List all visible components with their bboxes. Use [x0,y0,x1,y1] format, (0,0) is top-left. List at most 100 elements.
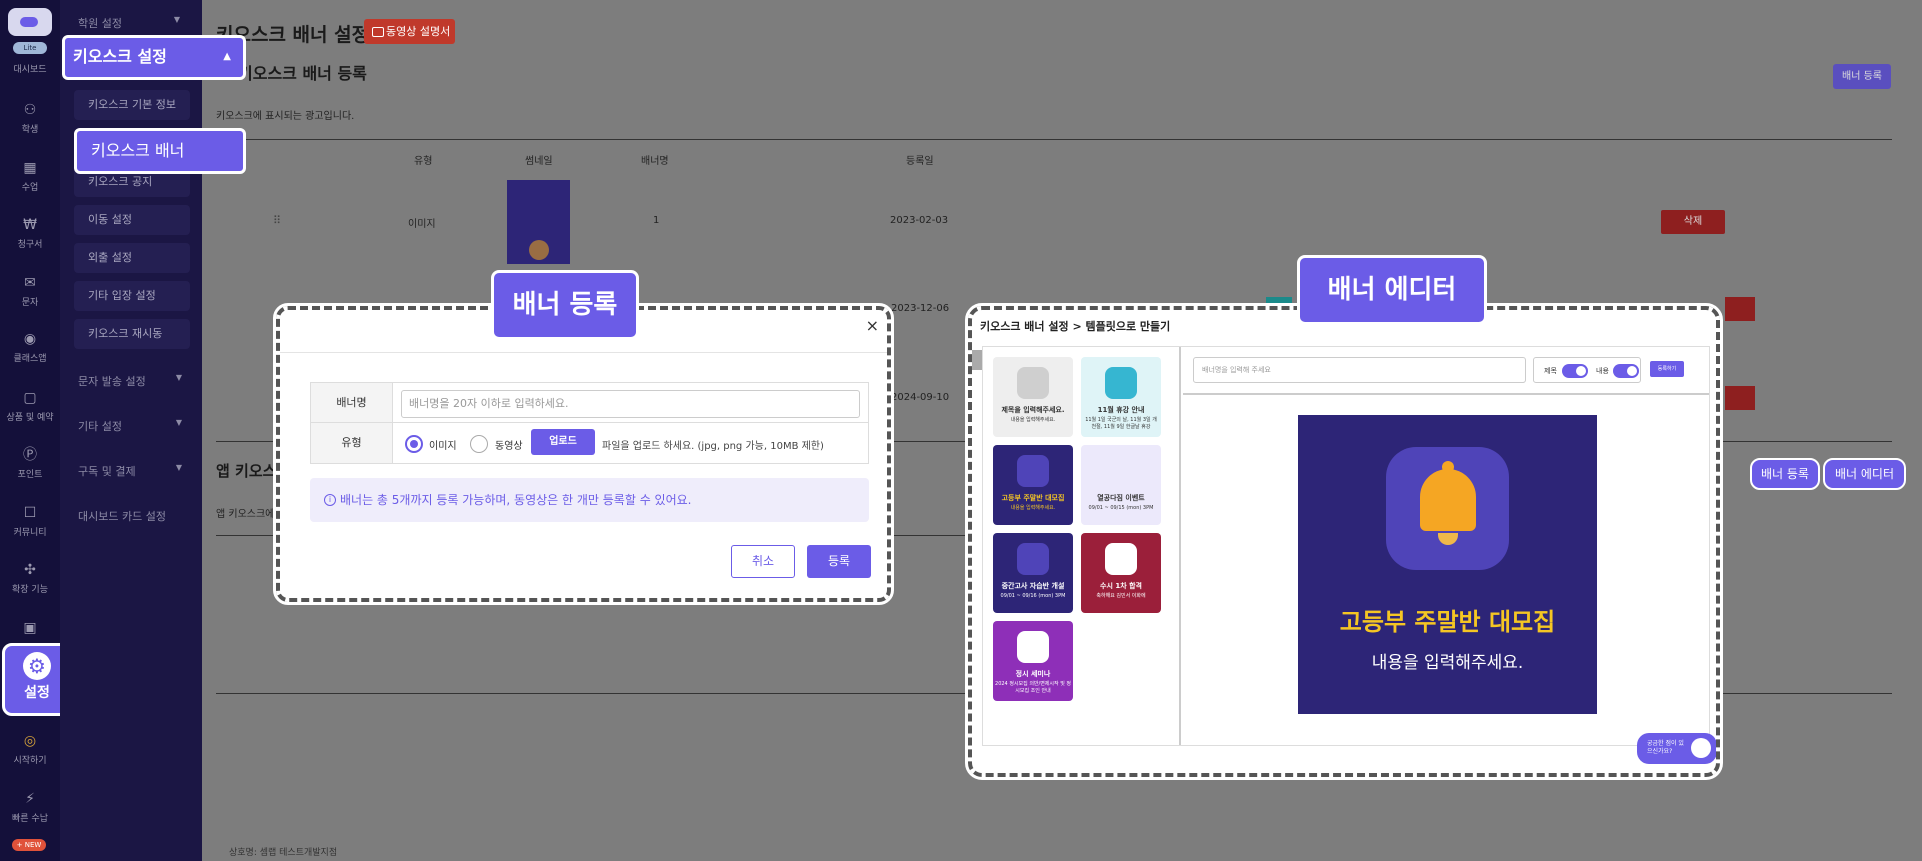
upload-button[interactable]: 업로드 [531,429,595,455]
drag-handle-icon[interactable]: ⠿ [273,214,281,227]
help-chat-button[interactable]: 궁금한 점이 있으신가요? [1637,733,1716,764]
template-card[interactable]: 고등부 주말반 대모집 내용을 입력해주세요. [993,445,1073,525]
banner-name-input[interactable]: 배너명을 20자 이하로 입력하세요. [401,390,860,418]
template-card[interactable]: 중간고사 자습반 개설 09/01 ~ 09/16 (mon) 3PM [993,533,1073,613]
radio-video[interactable] [470,435,488,453]
preview-subtitle: 내용을 입력해주세요. [1371,653,1524,673]
side-register-banner-button[interactable]: 배너 등록 [1750,458,1820,490]
section-title: 키오스크 배너 등록 [238,64,367,83]
submenu-item-restart[interactable]: 키오스크 재시동 [74,319,190,349]
toggle-group: 제목 내용 [1533,357,1641,383]
rail-item-class[interactable]: ▦ 수업 [0,160,60,193]
bell-icon [1386,447,1509,570]
video-guide-button[interactable]: 동영상 설명서 [364,19,455,44]
won-icon: ₩ [23,217,37,233]
rail-item-invoice[interactable]: ₩ 청구서 [0,217,60,250]
submit-button[interactable]: 등록 [807,545,871,578]
submenu-item-outing[interactable]: 외출 설정 [74,243,190,273]
submenu-group-sms[interactable]: 문자 발송 설정 ▼ [78,373,182,389]
form-label: 유형 [311,423,393,463]
rail-item-products[interactable]: ▢ 상품 및 예약 [0,390,60,423]
template-card[interactable]: 제목을 입력해주세요. 내용을 입력해주세요. [993,357,1073,437]
banner-editor-panel: 키오스크 배너 설정 > 템플릿으로 만들기 제목을 입력해주세요. 내용을 입… [965,303,1723,780]
template-card[interactable]: 11월 휴강 안내 11월 1일 국군의 날, 11월 3일 개천절, 11월 … [1081,357,1161,437]
submenu-group-kiosk[interactable]: 키오스크 설정 ▲ [62,35,246,80]
banner-name-input[interactable]: 배너명을 입력해 주세요 [1193,357,1526,383]
image-placeholder-icon [1017,367,1049,399]
submenu-item-kiosk-banner[interactable]: 키오스크 배너 [74,128,246,174]
template-card[interactable]: 정시 세미나 2024 정시모집 의반/면제시작 및 정시모집 조인 안내 [993,621,1073,701]
rail-item-classapp[interactable]: ◉ 클래스앱 [0,331,60,364]
submenu-group-academy[interactable]: 학원 설정 ▼ [78,15,180,31]
side-banner-editor-button[interactable]: 배너 에디터 [1823,458,1906,490]
form-label: 배너명 [311,383,393,422]
upload-hint: 파일을 업로드 하세요. (jpg, png 가능, 10MB 제한) [602,441,824,452]
cancel-button[interactable]: 취소 [731,545,795,578]
column-header-thumbnail: 썸네일 [525,156,553,167]
template-title: 열공다짐 이벤트 [1097,494,1145,502]
editor-canvas-area: 배너명을 입력해 주세요 제목 내용 등록하기 고등부 주말반 대모집 내용을 … [1183,347,1709,745]
mail-icon: ✉ [24,275,36,291]
calendar-icon: ▦ [23,160,37,176]
editor-frame: 제목을 입력해주세요. 내용을 입력해주세요. 11월 휴강 안내 11월 1일… [982,346,1710,746]
rail-item-community[interactable]: ☐ 커뮤니티 [0,505,60,538]
banner-form: 배너명 배너명을 20자 이하로 입력하세요. 유형 이미지 동영상 업로드 파… [310,382,869,464]
template-title: 제목을 입력해주세요. [1001,406,1065,414]
title-toggle[interactable] [1562,364,1588,378]
rail-item-students[interactable]: ⚇ 학생 [0,102,60,135]
rail-item-dashboard[interactable]: 대시보드 [0,62,60,75]
template-sub: 축하해요 김민서 이화에 [1096,593,1146,599]
student-icon [1105,455,1137,487]
pin-icon: ◉ [23,331,37,347]
rail-item-point[interactable]: Ⓟ 포인트 [0,447,60,480]
column-header-type: 유형 [414,156,433,167]
delete-button[interactable] [1725,297,1755,321]
template-title: 고등부 주말반 대모집 [1001,494,1065,502]
info-text: 배너는 총 5개까지 등록 가능하며, 동영상은 한 개만 등록할 수 있어요. [340,493,692,507]
callout-banner-editor: 배너 에디터 [1297,255,1487,325]
template-sub: 09/01 ~ 09/16 (mon) 3PM [1000,593,1066,599]
section-divider [1720,441,1892,442]
collapse-icon[interactable] [972,350,982,370]
rail-item-extra[interactable]: ▣ [0,620,60,640]
rail-item-quickpay[interactable]: ⚡ 빠른 수납 [0,791,60,824]
register-banner-button[interactable]: 배너 등록 [1833,64,1891,89]
close-icon[interactable]: × [866,316,879,335]
rail-label: 확장 기능 [12,585,48,595]
rail-label: 포인트 [17,470,43,480]
template-sub: 내용을 입력해주세요. [1010,505,1056,511]
delete-button[interactable] [1725,386,1755,410]
template-card[interactable]: 열공다짐 이벤트 09/01 ~ 09/15 (mon) 3PM [1081,445,1161,525]
submenu-item-other-entry[interactable]: 기타 입장 설정 [74,281,190,311]
template-card[interactable]: 수시 1차 합격 축하해요 김민서 이화에 [1081,533,1161,613]
submenu-group-label: 기타 설정 [78,420,122,433]
template-title: 정시 세미나 [1015,670,1051,678]
rail-label: 대시보드 [13,65,47,75]
callout-banner-register: 배너 등록 [491,270,639,340]
rail-item-message[interactable]: ✉ 문자 [0,275,60,308]
submenu-group-billing[interactable]: 구독 및 결제 ▼ [78,463,182,479]
editor-register-button[interactable]: 등록하기 [1650,361,1684,377]
submenu-group-etc[interactable]: 기타 설정 ▼ [78,418,182,434]
rail-item-extension[interactable]: ✣ 확장 기능 [0,562,60,595]
seminar-icon [1017,631,1049,663]
submenu-group-label: 키오스크 설정 [73,47,167,66]
submenu-group-label: 문자 발송 설정 [78,375,146,388]
rail-item-start[interactable]: ◎ 시작하기 [0,733,60,766]
kiosk-icon: ▣ [23,620,37,636]
submenu-item-dashboard-card[interactable]: 대시보드 카드 설정 [78,508,182,524]
rail-label: 학생 [21,125,39,135]
app-logo[interactable] [8,8,52,36]
chevron-up-icon: ▲ [223,51,231,62]
gear-icon: ⚙ [23,652,51,680]
delete-button[interactable]: 삭제 [1661,210,1725,234]
section-divider [216,693,976,694]
template-sub: 내용을 입력해주세요. [1010,417,1056,423]
rail-label: 문자 [21,298,39,308]
content-toggle[interactable] [1613,364,1639,378]
radio-image[interactable] [405,435,423,453]
submenu-item-kiosk-info[interactable]: 키오스크 기본 정보 [74,90,190,120]
submenu-item-move[interactable]: 이동 설정 [74,205,190,235]
icon-rail: Lite 대시보드 ⚇ 학생 ▦ 수업 ₩ 청구서 ✉ 문자 ◉ 클래스앱 ▢ … [0,0,72,861]
form-row-name: 배너명 배너명을 20자 이하로 입력하세요. [311,383,868,423]
